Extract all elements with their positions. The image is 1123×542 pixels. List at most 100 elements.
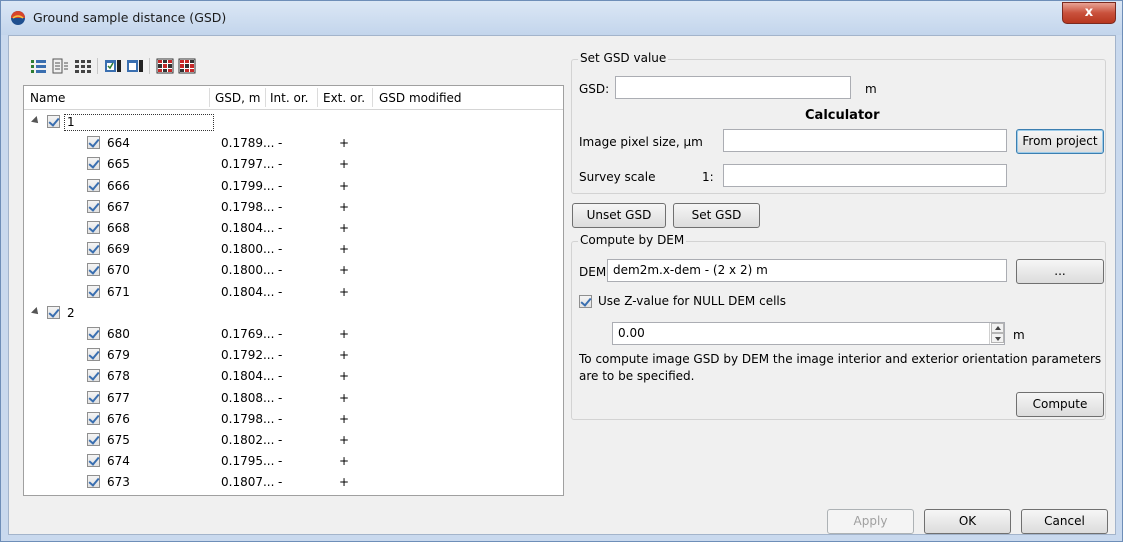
image-gsd: 0.1807... <box>221 475 275 490</box>
cancel-button[interactable]: Cancel <box>1021 509 1108 534</box>
tree-image-row[interactable]: 673 0.1807... - + <box>24 472 563 493</box>
gsd-input[interactable] <box>615 76 851 99</box>
tree-image-row[interactable]: 665 0.1797... - + <box>24 154 563 175</box>
ok-button[interactable]: OK <box>924 509 1011 534</box>
image-ext-or: + <box>339 242 350 257</box>
image-name: 675 <box>107 433 130 447</box>
image-checkbox[interactable] <box>87 327 100 340</box>
z-value-input[interactable]: 0.00 <box>612 322 1005 345</box>
image-name: 666 <box>107 178 130 193</box>
image-gsd: 0.1804... <box>221 284 275 299</box>
uncheck-all-icon[interactable] <box>126 58 144 74</box>
image-checkbox[interactable] <box>87 454 100 468</box>
image-int-or: - <box>278 284 283 299</box>
z-value-spinner[interactable] <box>989 323 1004 344</box>
image-checkbox[interactable] <box>87 411 100 425</box>
dem-input[interactable]: dem2m.x-dem - (2 x 2) m <box>607 259 1007 282</box>
deselect-grid-icon[interactable] <box>178 58 196 74</box>
image-name: 670 <box>107 263 130 278</box>
tree-image-row[interactable]: 669 0.1800... - + <box>24 239 563 260</box>
image-int-or: - <box>278 136 283 151</box>
tree-image-row[interactable]: 664 0.1789... - + <box>24 133 563 154</box>
z-unit-label: m <box>1013 328 1025 342</box>
tree-image-row[interactable]: 680 0.1769... - + <box>24 324 563 345</box>
image-checkbox[interactable] <box>87 433 100 446</box>
image-checkbox[interactable] <box>87 199 100 213</box>
expand-arrow-icon[interactable] <box>31 306 41 317</box>
tree-image-row[interactable]: 678 0.1804... - + <box>24 366 563 387</box>
column-header-gsd-modified[interactable]: GSD modified <box>379 91 462 105</box>
tree-image-row[interactable]: 674 0.1795... - + <box>24 451 563 472</box>
image-ext-or: + <box>339 369 350 384</box>
image-checkbox[interactable] <box>87 242 100 256</box>
window-title: Ground sample distance (GSD) <box>33 10 227 25</box>
column-header-name[interactable]: Name <box>30 91 65 105</box>
image-name: 674 <box>107 454 130 469</box>
tree-image-row[interactable]: 670 0.1800... - + <box>24 260 563 281</box>
image-gsd: 0.1789... <box>221 136 275 151</box>
image-tree[interactable]: Name GSD, m Int. or. Ext. or. GSD modifi… <box>23 85 564 496</box>
image-checkbox[interactable] <box>87 369 100 383</box>
title-bar[interactable]: Ground sample distance (GSD) x <box>1 1 1122 35</box>
tree-image-row[interactable]: 668 0.1804... - + <box>24 218 563 239</box>
image-checkbox[interactable] <box>87 263 100 277</box>
toolbar-separator <box>149 58 150 74</box>
expand-arrow-icon[interactable] <box>31 116 41 126</box>
use-z-checkbox[interactable] <box>579 295 592 308</box>
use-z-label: Use Z-value for NULL DEM cells <box>598 294 786 308</box>
tree-image-row[interactable]: 671 0.1804... - + <box>24 282 563 303</box>
tree-image-row[interactable]: 675 0.1802... - + <box>24 430 563 451</box>
image-ext-or: + <box>339 454 350 469</box>
image-name: 664 <box>107 136 130 151</box>
tree-group-row[interactable]: 2 <box>24 303 563 324</box>
unset-gsd-button[interactable]: Unset GSD <box>572 203 666 228</box>
column-header-ext-or[interactable]: Ext. or. <box>323 91 365 105</box>
close-button[interactable]: x <box>1062 2 1116 24</box>
tree-image-row[interactable]: 679 0.1792... - + <box>24 345 563 366</box>
image-checkbox[interactable] <box>87 157 100 171</box>
pixel-size-input[interactable] <box>723 129 1007 152</box>
image-checkbox[interactable] <box>87 390 100 404</box>
tree-group-row[interactable]: 1 <box>24 112 563 133</box>
image-int-or: - <box>278 475 283 490</box>
image-int-or: - <box>278 242 283 257</box>
tree-image-row[interactable]: 667 0.1798... - + <box>24 197 563 218</box>
expand-all-icon[interactable] <box>30 58 48 74</box>
image-gsd: 0.1792... <box>221 348 275 363</box>
survey-scale-label: Survey scale <box>579 170 656 184</box>
group-name: 2 <box>67 305 75 320</box>
image-checkbox[interactable] <box>87 348 100 362</box>
survey-scale-input[interactable] <box>723 164 1007 187</box>
image-checkbox[interactable] <box>87 136 100 150</box>
image-checkbox[interactable] <box>87 475 100 489</box>
image-checkbox[interactable] <box>87 221 100 234</box>
tree-image-row[interactable]: 677 0.1808... - + <box>24 388 563 409</box>
dialog-body: Name GSD, m Int. or. Ext. or. GSD modifi… <box>8 35 1116 535</box>
pixel-size-label: Image pixel size, μm <box>579 135 703 149</box>
select-grid-icon[interactable] <box>156 58 174 74</box>
close-icon: x <box>1084 5 1094 20</box>
compute-button[interactable]: Compute <box>1016 392 1104 417</box>
image-gsd: 0.1797... <box>221 157 275 172</box>
image-checkbox[interactable] <box>87 284 100 298</box>
image-ext-or: + <box>339 390 350 405</box>
set-gsd-button[interactable]: Set GSD <box>673 203 760 228</box>
from-project-button[interactable]: From project <box>1016 129 1104 154</box>
image-checkbox[interactable] <box>87 178 100 192</box>
apply-button[interactable]: Apply <box>827 509 914 534</box>
image-gsd: 0.1800... <box>221 242 275 257</box>
check-all-icon[interactable] <box>104 58 122 74</box>
tree-image-row[interactable]: 666 0.1799... - + <box>24 176 563 197</box>
app-logo-icon <box>11 11 25 25</box>
group-checkbox[interactable] <box>47 115 60 128</box>
column-header-gsd[interactable]: GSD, m <box>215 91 260 105</box>
column-header-int-or[interactable]: Int. or. <box>270 91 308 105</box>
spin-up-button[interactable] <box>991 323 1004 333</box>
collapse-all-icon[interactable] <box>52 58 70 74</box>
tree-view-icon[interactable] <box>74 58 92 74</box>
tree-image-row[interactable]: 676 0.1798... - + <box>24 409 563 430</box>
spin-down-button[interactable] <box>991 333 1004 343</box>
image-name: 678 <box>107 369 130 384</box>
browse-dem-button[interactable]: ... <box>1016 259 1104 284</box>
group-checkbox[interactable] <box>47 305 60 319</box>
